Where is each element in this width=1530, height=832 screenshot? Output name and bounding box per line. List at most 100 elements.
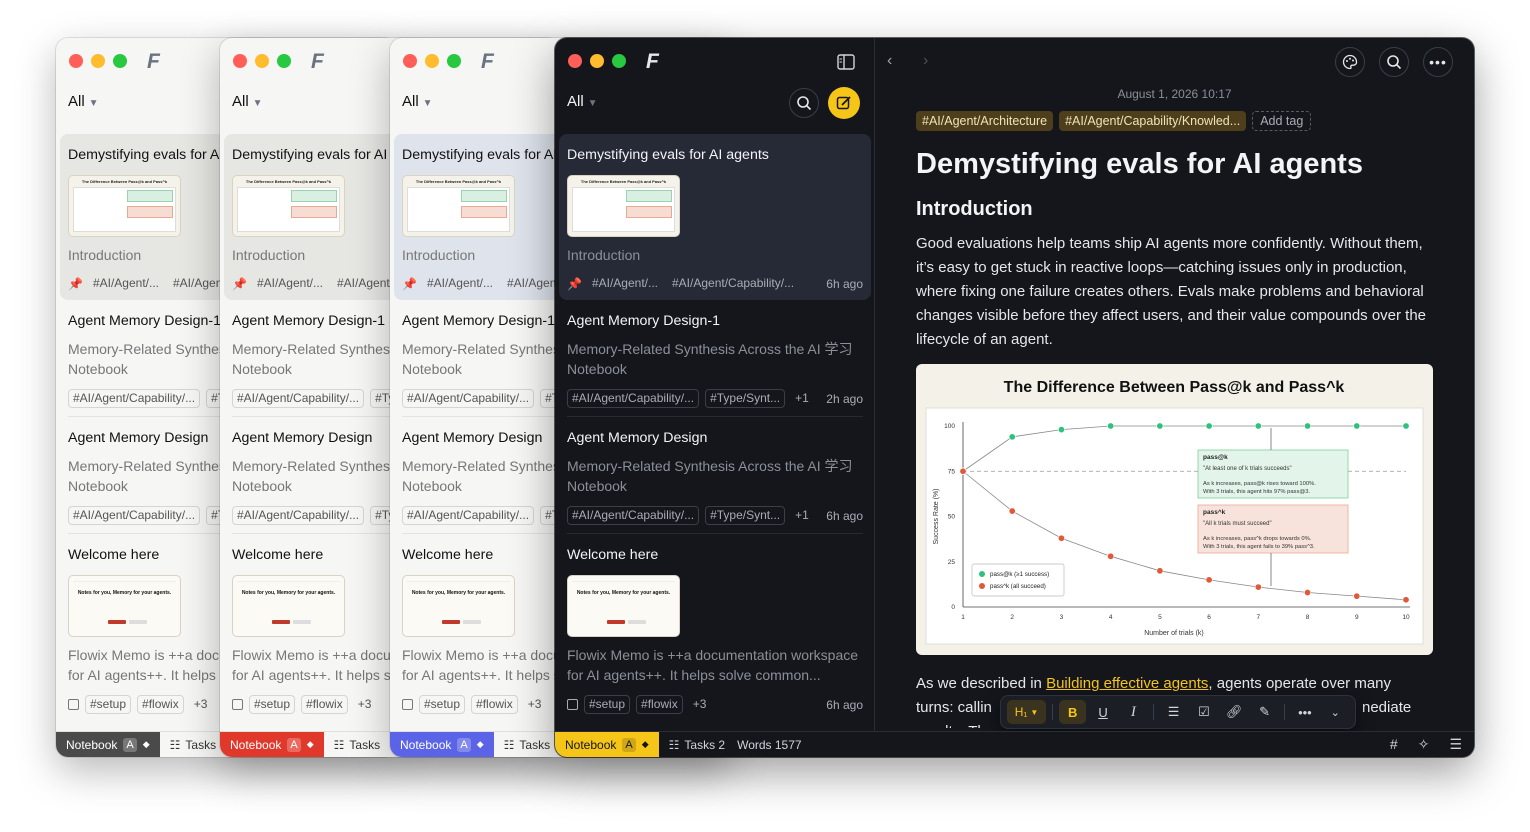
building-effective-agents-link[interactable]: Building effective agents <box>1046 675 1208 692</box>
maximize-window-button[interactable] <box>447 54 461 68</box>
chevron-down-icon: ▼ <box>587 98 598 109</box>
checkbox-icon: ☑ <box>1198 704 1210 719</box>
forward-button[interactable]: › <box>923 52 928 70</box>
filter-dropdown[interactable]: All ▼ <box>232 93 263 110</box>
legend-label: pass^k (all succeed) <box>990 583 1046 590</box>
x-tick-label: 5 <box>1158 614 1162 621</box>
close-window-button[interactable] <box>403 54 417 68</box>
tag: #AI/Agent/Capability/... <box>68 506 201 525</box>
close-window-button[interactable] <box>233 54 247 68</box>
filter-dropdown[interactable]: All ▼ <box>567 93 598 110</box>
tasks-indicator[interactable]: ☷ Tasks 2 <box>669 738 725 752</box>
minimize-window-button[interactable] <box>255 54 269 68</box>
note-card[interactable]: Demystifying evals for AI agents The Dif… <box>559 134 871 300</box>
note-snippet: Flowix Memo is ++a documentation workspa… <box>567 647 859 663</box>
sparkle-icon[interactable]: ✧ <box>1418 736 1430 753</box>
data-point <box>1156 422 1164 430</box>
notebook-switcher[interactable]: Notebook A ◆ <box>390 731 494 757</box>
filter-label: All <box>232 93 249 110</box>
new-note-button[interactable] <box>828 87 860 119</box>
link-button[interactable]: 🔗︎ <box>1221 700 1248 724</box>
more-button[interactable]: ••• <box>1423 47 1453 77</box>
search-button[interactable] <box>789 88 819 118</box>
app-logo: F <box>147 50 160 73</box>
hashtag-icon[interactable]: # <box>1390 736 1398 753</box>
notebook-switcher[interactable]: Notebook A ◆ <box>56 731 160 757</box>
toggle-sidebar-button[interactable] <box>831 47 861 77</box>
note-time: 6h ago <box>826 508 863 523</box>
notebook-switcher[interactable]: Notebook A ◆ <box>220 731 324 757</box>
x-tick-label: 4 <box>1109 614 1113 621</box>
search-icon <box>1387 55 1402 70</box>
document-heading[interactable]: Introduction <box>916 198 1033 221</box>
window-controls <box>69 54 127 68</box>
tasks-indicator[interactable]: ☷ Tasks <box>170 738 216 752</box>
checkbox-icon <box>567 699 578 710</box>
y-tick-label: 0 <box>951 604 955 611</box>
document-paragraph[interactable]: Good evaluations help teams ship AI agen… <box>916 232 1438 352</box>
back-button[interactable]: ‹ <box>887 52 892 70</box>
settings-sliders-icon[interactable]: ☰ <box>1449 736 1462 753</box>
note-card[interactable]: Welcome here Notes for you, Memory for y… <box>559 534 871 722</box>
note-tag[interactable]: #AI/Agent/Architecture <box>916 111 1054 131</box>
tag: #AI/Agent/Capability/... <box>402 389 535 408</box>
close-window-button[interactable] <box>568 54 582 68</box>
updown-chevron-icon: ◆ <box>476 739 484 749</box>
note-card[interactable]: Agent Memory Design-1 Memory-Related Syn… <box>559 300 871 416</box>
checklist-button[interactable]: ☑ <box>1190 700 1217 724</box>
annotation-quote: "All k trials must succeed" <box>1203 521 1272 527</box>
data-point <box>1057 534 1065 542</box>
notebook-badge: A <box>622 737 636 752</box>
bold-button[interactable]: B <box>1059 700 1087 724</box>
collapse-toolbar-button[interactable]: ⌄ <box>1322 700 1349 724</box>
window-controls <box>403 54 461 68</box>
checkbox-icon <box>68 699 79 710</box>
note-snippet: Memory-Related Synthesis Across the AI 学… <box>567 458 853 474</box>
tasks-indicator[interactable]: ☷ Tasks <box>504 738 550 752</box>
x-tick-label: 3 <box>1060 614 1064 621</box>
maximize-window-button[interactable] <box>612 54 626 68</box>
window-controls <box>568 54 626 68</box>
tasks-indicator[interactable]: ☷ Tasks <box>334 738 380 752</box>
heading-dropdown[interactable]: H₁ ▼ <box>1007 700 1047 724</box>
highlight-button[interactable]: ✎ <box>1251 700 1278 724</box>
minimize-window-button[interactable] <box>91 54 105 68</box>
note-tags: #AI/Agent/Capability/... #Type/Synt... +1 6… <box>567 506 863 525</box>
notebook-label: Notebook <box>230 737 282 752</box>
tag: #flowix <box>301 695 348 714</box>
filter-dropdown[interactable]: All ▼ <box>402 93 433 110</box>
thumbnail-heading: Notes for you, Memory for your agents. <box>77 590 172 596</box>
data-point <box>1107 552 1115 560</box>
x-tick-label: 7 <box>1257 614 1261 621</box>
notebook-badge: A <box>123 737 137 752</box>
minimize-window-button[interactable] <box>590 54 604 68</box>
italic-button[interactable]: I <box>1120 700 1147 724</box>
document-title[interactable]: Demystifying evals for AI agents <box>916 148 1363 181</box>
theme-button[interactable] <box>1335 47 1365 77</box>
maximize-window-button[interactable] <box>113 54 127 68</box>
tag: #AI/Agent/Capability/... <box>68 389 201 408</box>
more-tags-count: +3 <box>692 697 707 711</box>
tasks-icon: ☷ <box>333 737 345 752</box>
tag: #AI/Agent/Capability/... <box>232 389 365 408</box>
filter-dropdown[interactable]: All ▼ <box>68 93 99 110</box>
note-thumbnail: The Difference Between Pass@k and Pass^k <box>68 175 181 237</box>
italic-icon: I <box>1130 703 1136 720</box>
close-window-button[interactable] <box>69 54 83 68</box>
note-title: Demystifying evals for AI agents <box>567 147 769 163</box>
find-button[interactable] <box>1379 47 1409 77</box>
maximize-window-button[interactable] <box>277 54 291 68</box>
legend-swatch <box>979 583 985 589</box>
note-thumbnail: Notes for you, Memory for your agents. <box>232 575 345 637</box>
note-thumbnail: The Difference Between Pass@k and Pass^k <box>232 175 345 237</box>
more-format-button[interactable]: ••• <box>1291 700 1318 724</box>
notebook-switcher[interactable]: Notebook A ◆ <box>555 731 659 757</box>
note-card[interactable]: Agent Memory Design Memory-Related Synth… <box>559 417 871 533</box>
underline-button[interactable]: U <box>1089 700 1116 724</box>
note-thumbnail: Notes for you, Memory for your agents. <box>567 575 680 637</box>
note-tag[interactable]: #AI/Agent/Capability/Knowled... <box>1059 111 1247 131</box>
add-tag-button[interactable]: Add tag <box>1252 111 1312 131</box>
filter-label: All <box>68 93 85 110</box>
bullet-list-button[interactable]: ☰ <box>1160 700 1187 724</box>
minimize-window-button[interactable] <box>425 54 439 68</box>
